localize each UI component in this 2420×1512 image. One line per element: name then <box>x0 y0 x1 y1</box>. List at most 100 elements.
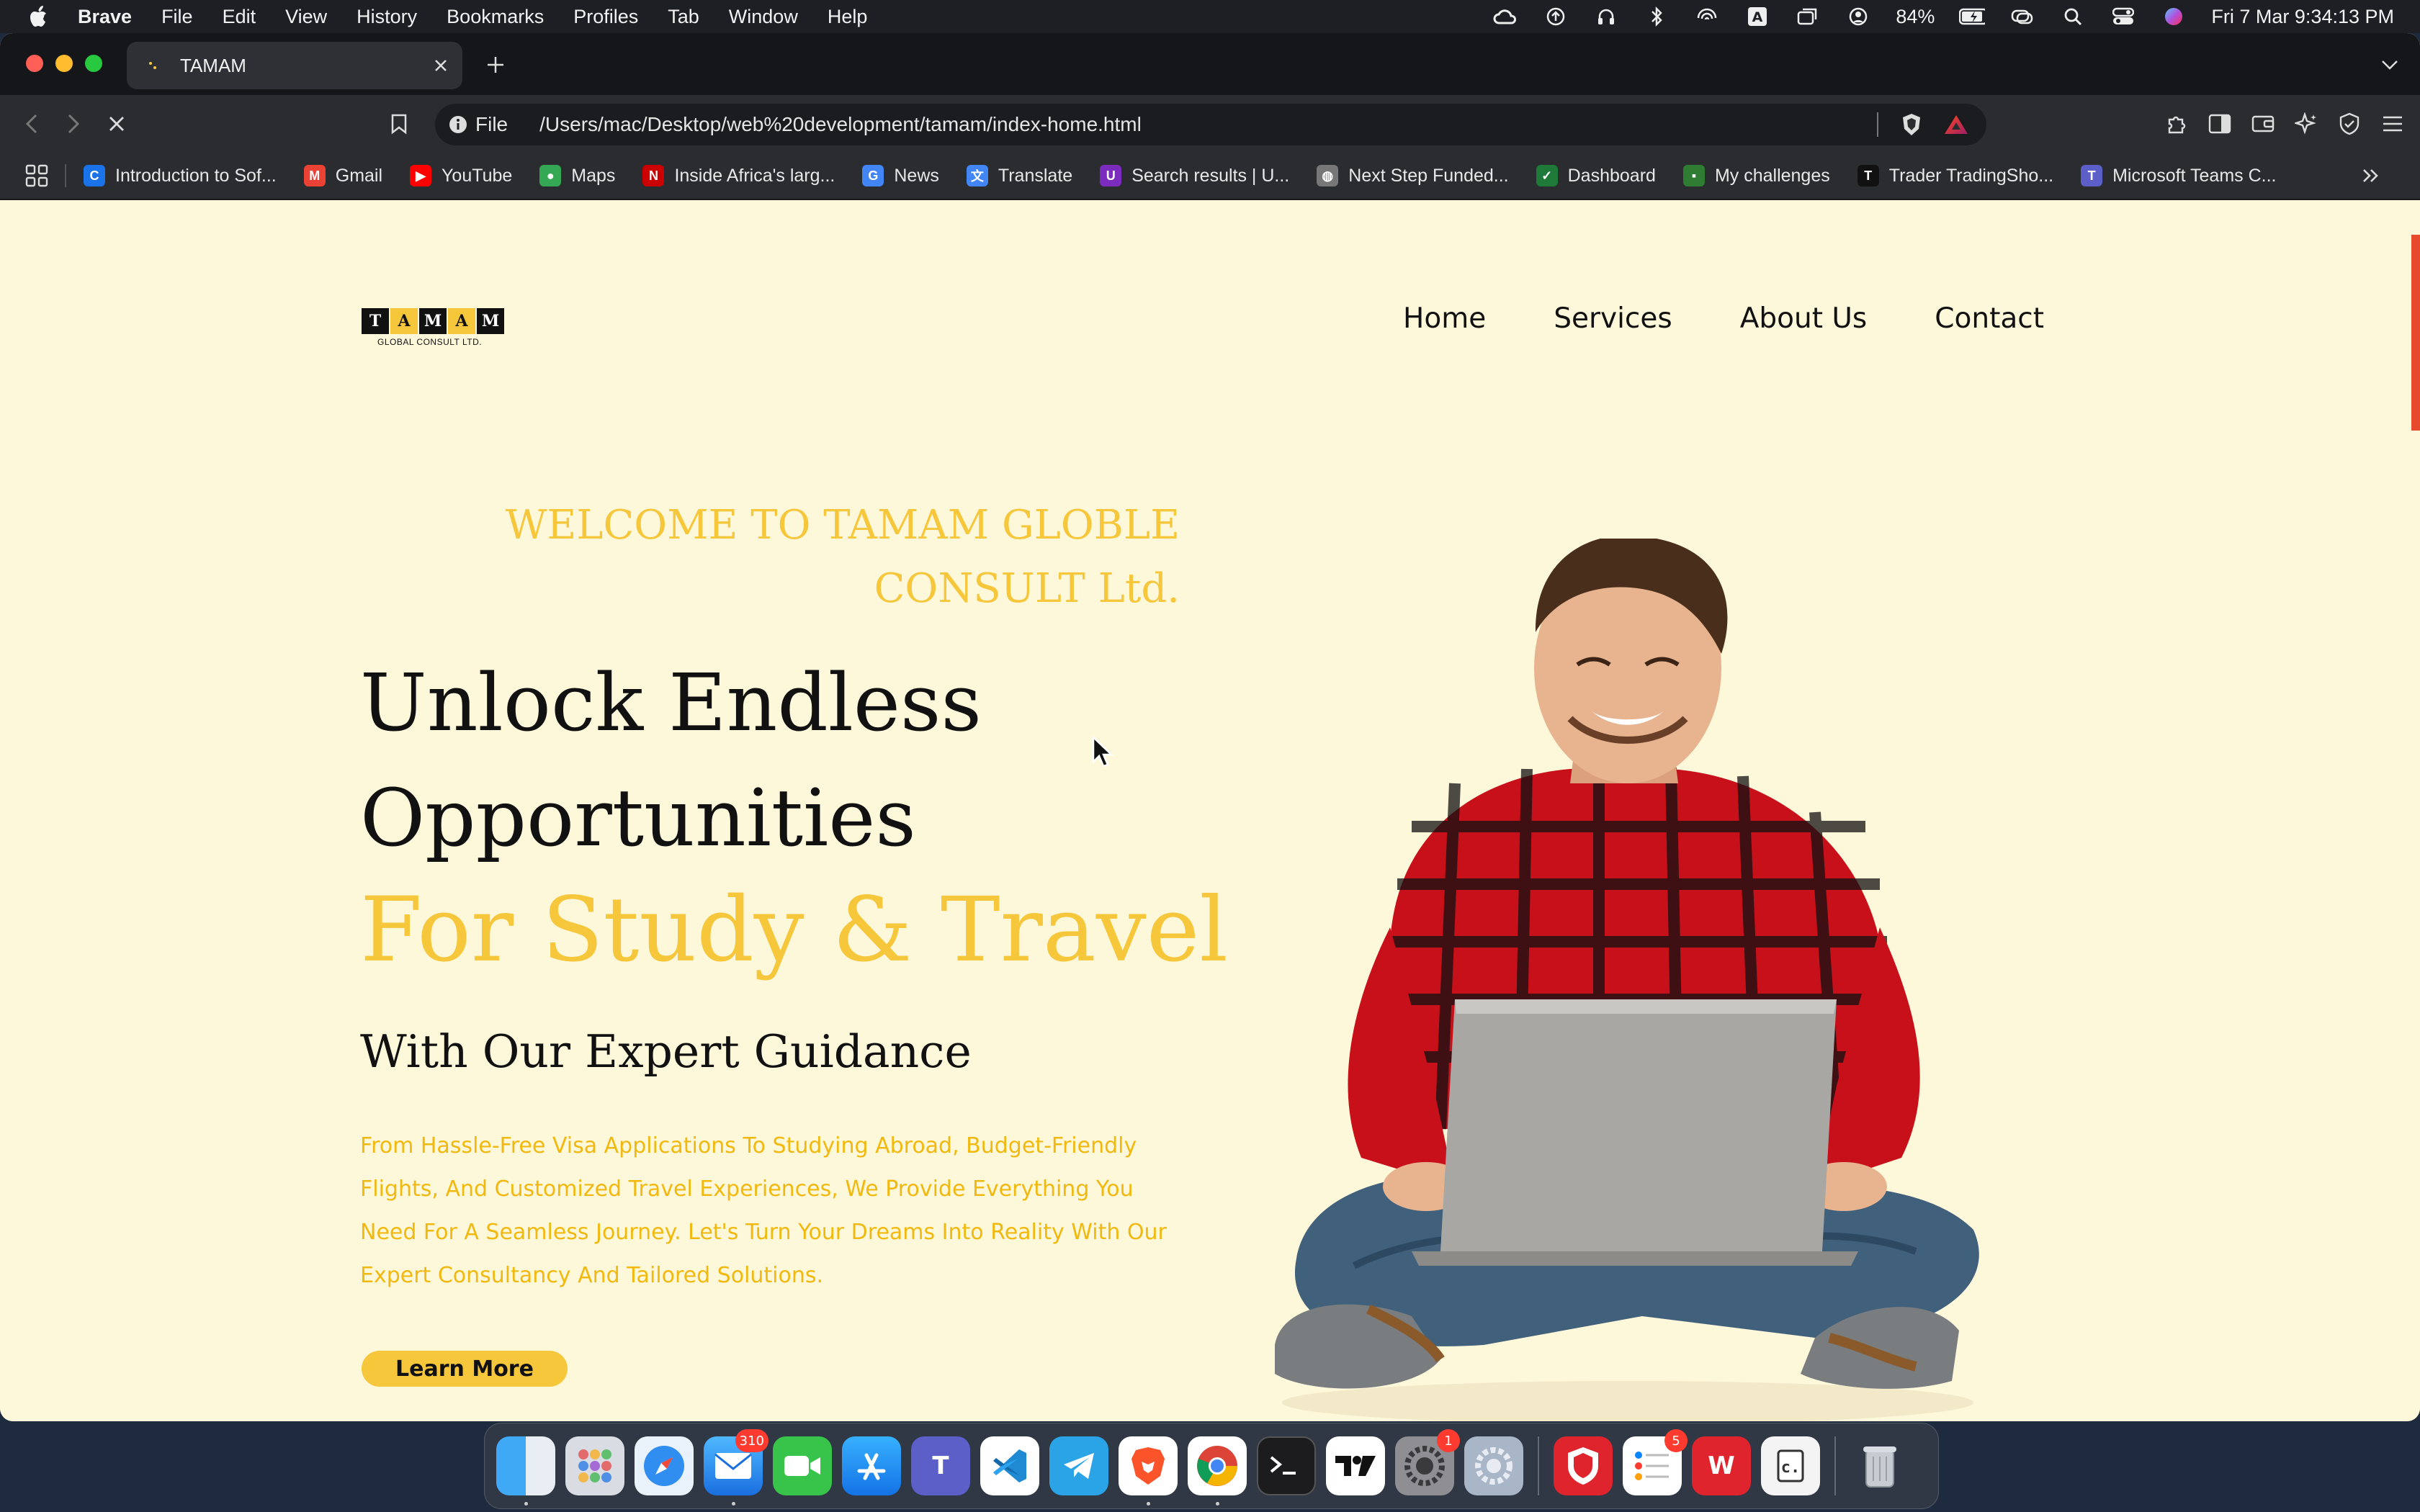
main-nav: Home Services About Us Contact <box>1403 302 2044 335</box>
siri-icon[interactable] <box>2161 6 2187 27</box>
vpn-icon[interactable] <box>2335 108 2364 140</box>
screen-mirroring-icon[interactable] <box>2009 6 2035 27</box>
safari-icon[interactable] <box>635 1436 694 1495</box>
vscode-icon[interactable] <box>980 1436 1039 1495</box>
hamburger-menu-icon[interactable] <box>2378 108 2407 140</box>
menu-file[interactable]: File <box>161 6 193 28</box>
more-bookmarks-chevron-icon[interactable] <box>2358 163 2384 189</box>
teams-icon[interactable]: T <box>911 1436 970 1495</box>
logo-letter-3: M <box>419 308 447 334</box>
new-tab-button[interactable] <box>481 50 510 79</box>
launchpad-icon[interactable] <box>565 1436 624 1495</box>
bookmark-item[interactable]: ✓ Dashboard <box>1536 165 1656 186</box>
bookmark-item[interactable]: N Inside Africa's larg... <box>642 165 835 186</box>
bookmark-item[interactable]: M Gmail <box>303 165 382 186</box>
clock-datetime[interactable]: Fri 7 Mar 9:34:13 PM <box>2211 6 2394 28</box>
reminders-icon[interactable]: 5 <box>1623 1429 1688 1495</box>
tab-tamam[interactable]: TAMAM <box>127 42 462 89</box>
airdrop-icon[interactable] <box>1694 6 1720 27</box>
apple-menu-icon[interactable] <box>27 4 52 29</box>
running-indicator <box>524 1502 528 1506</box>
finder-icon[interactable] <box>496 1436 555 1506</box>
close-tab-icon[interactable] <box>426 51 455 80</box>
headphones-icon[interactable] <box>1593 6 1619 27</box>
bookmark-favicon-icon: 文 <box>966 165 988 186</box>
back-icon[interactable] <box>17 109 46 138</box>
leo-ai-icon[interactable] <box>2292 108 2321 140</box>
codeblocks-icon[interactable]: c. <box>1761 1436 1820 1495</box>
control-center-icon[interactable] <box>2110 6 2136 27</box>
close-window-button[interactable] <box>26 55 43 72</box>
upload-status-icon[interactable] <box>1543 6 1569 27</box>
menu-history[interactable]: History <box>357 6 417 28</box>
nav-home-link[interactable]: Home <box>1403 302 1486 335</box>
battery-charging-icon[interactable] <box>1959 6 1986 27</box>
mail-icon[interactable]: 310 <box>704 1429 768 1506</box>
wps-office-icon[interactable]: W <box>1692 1436 1751 1495</box>
nav-about-link[interactable]: About Us <box>1740 302 1868 335</box>
bookmark-item[interactable]: ▪ My challenges <box>1682 165 1830 186</box>
menu-bookmarks[interactable]: Bookmarks <box>447 6 544 28</box>
bookmark-item[interactable]: U Search results | U... <box>1100 165 1289 186</box>
keyboard-input-icon[interactable]: A <box>1744 6 1770 27</box>
brave-icon[interactable] <box>1119 1436 1178 1506</box>
bookmark-favicon-icon: M <box>303 165 326 186</box>
user-account-icon[interactable] <box>1845 6 1871 27</box>
logo-letter-1: T <box>362 308 389 334</box>
bookmark-page-icon[interactable] <box>385 109 413 138</box>
tab-list-chevron-icon[interactable] <box>2375 50 2404 79</box>
sidebar-icon[interactable] <box>2205 108 2234 140</box>
facetime-icon[interactable] <box>773 1436 832 1495</box>
bookmark-item[interactable]: G News <box>862 165 939 186</box>
app-store-icon[interactable] <box>842 1436 901 1495</box>
menu-app-name[interactable]: Brave <box>78 6 132 28</box>
wallet-icon[interactable] <box>2249 108 2277 140</box>
brave-shields-icon[interactable] <box>1897 110 1926 139</box>
forward-icon[interactable] <box>59 109 88 138</box>
zoom-window-button[interactable] <box>85 55 102 72</box>
preferences-icon[interactable] <box>1464 1436 1523 1495</box>
bookmark-item[interactable]: T Trader TradingSho... <box>1857 165 2053 186</box>
nav-services-link[interactable]: Services <box>1554 302 1672 335</box>
tradingview-icon[interactable] <box>1326 1436 1385 1495</box>
apps-grid-icon[interactable] <box>24 163 49 188</box>
creative-cloud-icon[interactable] <box>1492 6 1518 27</box>
extensions-icon[interactable] <box>2162 108 2191 140</box>
menu-view[interactable]: View <box>285 6 327 28</box>
nav-contact-link[interactable]: Contact <box>1935 302 2044 335</box>
bookmark-item[interactable]: ▶ YouTube <box>410 165 512 186</box>
chrome-icon[interactable] <box>1188 1436 1247 1506</box>
bookmark-item[interactable]: ◍ Next Step Funded... <box>1317 165 1509 186</box>
url-text[interactable]: /Users/mac/Desktop/web%20development/tam… <box>539 113 1877 136</box>
spotlight-search-icon[interactable] <box>2060 6 2086 27</box>
window-switch-icon[interactable] <box>1795 6 1821 27</box>
logo-letter-text: M <box>424 312 442 330</box>
bluetooth-icon[interactable] <box>1644 6 1670 27</box>
bookmark-favicon-icon: G <box>862 165 884 186</box>
headline-line-3: For Study & Travel <box>360 878 1228 982</box>
stop-loading-icon[interactable] <box>102 109 131 138</box>
bookmark-item[interactable]: ● Maps <box>539 165 615 186</box>
bookmark-item[interactable]: C Introduction to Sof... <box>84 165 277 186</box>
telegram-icon[interactable] <box>1049 1436 1108 1495</box>
vpn-app-icon[interactable] <box>1554 1436 1613 1495</box>
brave-rewards-icon[interactable] <box>1942 110 1971 139</box>
minimize-window-button[interactable] <box>55 55 73 72</box>
address-bar[interactable]: File /Users/mac/Desktop/web%20developmen… <box>435 104 1986 145</box>
terminal-icon[interactable] <box>1257 1436 1316 1495</box>
logo-letter-text: A <box>455 312 468 330</box>
menu-edit[interactable]: Edit <box>223 6 256 28</box>
learn-more-button[interactable]: Learn More <box>362 1351 568 1387</box>
menu-window[interactable]: Window <box>729 6 798 28</box>
bookmark-item[interactable]: T Microsoft Teams C... <box>2081 165 2276 186</box>
hero-description: From Hassle-Free Visa Applications To St… <box>360 1133 1167 1288</box>
tamam-logo[interactable]: T A M A M GLOBAL CONSULT LTD. <box>362 308 506 353</box>
scrollbar-thumb[interactable] <box>2411 235 2420 431</box>
trash-icon[interactable] <box>1850 1436 1909 1495</box>
menu-help[interactable]: Help <box>828 6 868 28</box>
site-info-icon[interactable] <box>448 114 468 135</box>
menu-profiles[interactable]: Profiles <box>573 6 638 28</box>
bookmark-item[interactable]: 文 Translate <box>966 165 1072 186</box>
menu-tab[interactable]: Tab <box>668 6 699 28</box>
system-settings-icon[interactable]: 1 <box>1395 1429 1460 1495</box>
